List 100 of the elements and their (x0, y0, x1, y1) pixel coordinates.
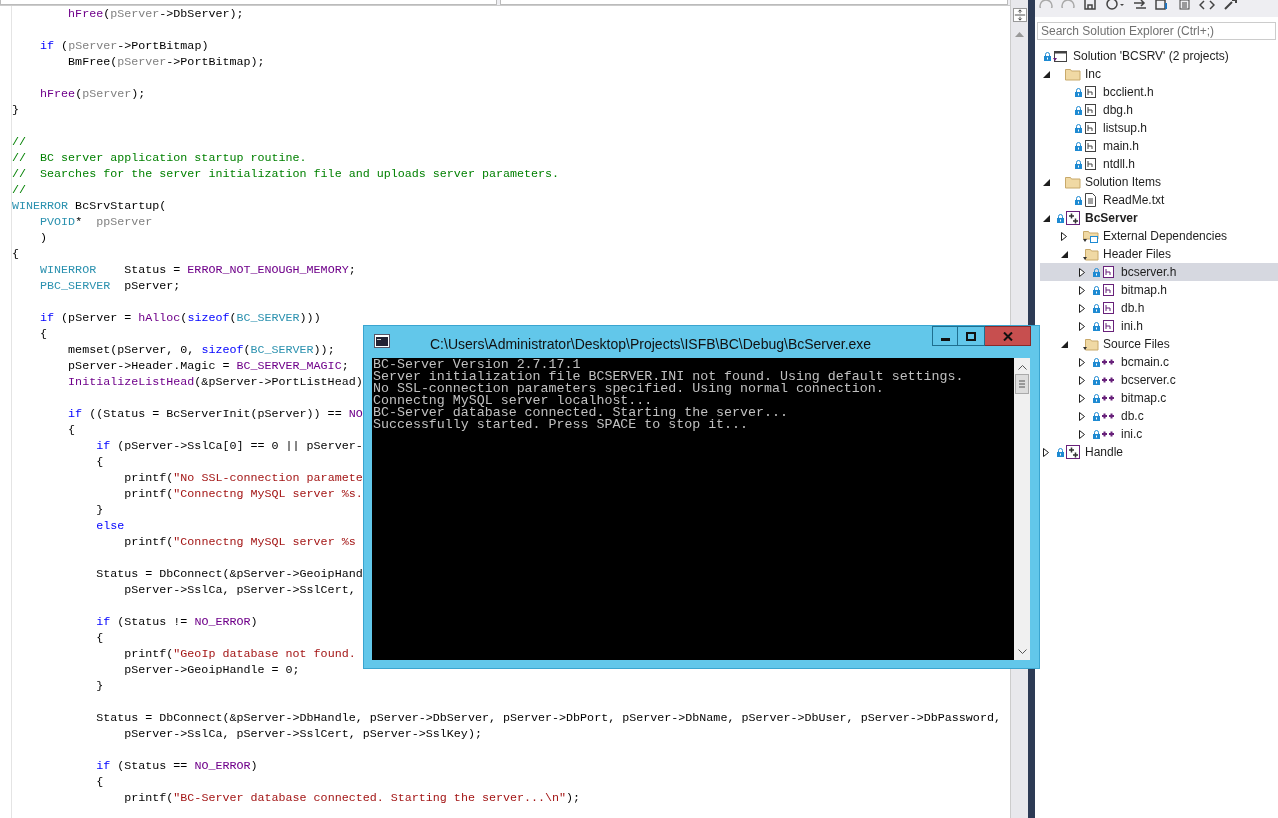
tree-item[interactable]: Solution Items (1040, 173, 1278, 191)
code-line: hFree(pServer); (39, 86, 146, 102)
code-line: } (95, 678, 104, 694)
tree-item[interactable]: Source Files (1040, 335, 1278, 353)
scroll-down-icon[interactable] (1017, 649, 1027, 655)
console-line: No SSL-connection parameters specified. Using normal connection. (373, 383, 884, 395)
files-icon[interactable] (1155, 0, 1169, 10)
collapsed-arrow-icon[interactable] (1079, 393, 1085, 403)
tree-item[interactable]: db.c (1040, 407, 1278, 425)
code-line: if (pServer = hAlloc(sizeof(BC_SERVER))) (39, 310, 321, 326)
code-line: Status = DbConnect(&pServer->GeoipHand (95, 566, 363, 582)
tree-item[interactable]: bcmain.c (1040, 353, 1278, 371)
header-file-icon (1083, 156, 1099, 172)
tree-item[interactable]: dbg.h (1040, 101, 1278, 119)
code-line: if (Status == NO_ERROR) (95, 758, 258, 774)
console-line: BC-Server Version 2.7.17.1 (373, 359, 581, 371)
console-line: Server initialization file BCSERVER.INI not found. Using default settings. (373, 371, 964, 383)
header-file-icon (1101, 318, 1117, 334)
tree-item[interactable]: ini.c (1040, 425, 1278, 443)
collapsed-arrow-icon[interactable] (1079, 411, 1085, 421)
console-scrollbar[interactable] (1014, 358, 1030, 660)
expanded-arrow-icon[interactable] (1061, 340, 1068, 348)
code-line: { (39, 326, 48, 342)
console-line: Connectng MySQL server localhost... (373, 395, 653, 407)
folder-icon (1083, 336, 1099, 352)
header-file-icon (1083, 84, 1099, 100)
tree-item[interactable]: bcclient.h (1040, 83, 1278, 101)
code-line: printf("Connectng MySQL server %s (123, 534, 356, 550)
tree-item[interactable]: ntdll.h (1040, 155, 1278, 173)
expanded-arrow-icon[interactable] (1043, 214, 1050, 222)
split-icon[interactable] (1012, 8, 1027, 22)
code-line: } (95, 502, 104, 518)
expanded-arrow-icon[interactable] (1061, 250, 1068, 258)
tree-item[interactable]: ini.h (1040, 317, 1278, 335)
collapsed-arrow-icon[interactable] (1061, 231, 1067, 241)
code-line: PBC_SERVER pServer; (39, 278, 181, 294)
code-line: Status = DbConnect(&pServer->DbHandle, pServer->DbServer, pServer->DbPort, pServer->DbName, pServer->DbUser, pServer->DbPassword, (95, 710, 1001, 726)
code-line: pServer->SslCa, pServer->SslCert, pServer->SslKey); (123, 726, 482, 742)
collapsed-arrow-icon[interactable] (1043, 447, 1049, 457)
search-field[interactable]: Search Solution Explorer (Ctrl+;) (1037, 22, 1276, 40)
project-icon (1065, 444, 1081, 460)
code-line: { (95, 630, 104, 646)
sync-icon[interactable] (1133, 0, 1147, 10)
code-icon[interactable] (1199, 0, 1215, 10)
collapsed-arrow-icon[interactable] (1079, 321, 1085, 331)
minimize-icon (940, 337, 950, 341)
scroll-up-icon[interactable] (1017, 364, 1027, 370)
tree-item[interactable]: db.h (1040, 299, 1278, 317)
tree-item[interactable]: Header Files (1040, 245, 1278, 263)
header-file-icon (1083, 102, 1099, 118)
tree-item[interactable]: ReadMe.txt (1040, 191, 1278, 209)
close-button[interactable] (985, 326, 1031, 346)
folder-icon (1083, 228, 1099, 244)
solution-item[interactable]: Solution 'BCSRV' (2 projects) (1040, 47, 1278, 65)
code-line: else (95, 518, 125, 534)
tree-item[interactable]: Inc (1040, 65, 1278, 83)
header-file-icon (1083, 138, 1099, 154)
collapsed-arrow-icon[interactable] (1079, 303, 1085, 313)
collapsed-arrow-icon[interactable] (1079, 285, 1085, 295)
tree-item[interactable]: BcServer (1040, 209, 1278, 227)
minimize-button[interactable] (932, 326, 958, 346)
solution-icon (1052, 48, 1068, 64)
collapsed-arrow-icon[interactable] (1079, 375, 1085, 385)
maximize-icon (966, 331, 976, 341)
code-line: } (12, 102, 19, 118)
code-line: pServer->GeoipHandle = 0; (123, 662, 300, 678)
code-line: // BC server application startup routine. (12, 150, 307, 166)
properties-icon[interactable] (1177, 0, 1191, 10)
tree-item[interactable]: listsup.h (1040, 119, 1278, 137)
scroll-thumb-icon[interactable] (1015, 374, 1029, 394)
code-line: // Searches for the server initialization file and uploads server parameters. (12, 166, 560, 182)
header-file-icon (1101, 264, 1117, 280)
collapsed-arrow-icon[interactable] (1079, 429, 1085, 439)
code-line: printf("GeoIp database not found. (123, 646, 356, 662)
tree-item[interactable]: bcserver.c (1040, 371, 1278, 389)
collapsed-arrow-icon[interactable] (1079, 267, 1085, 277)
header-file-icon (1101, 300, 1117, 316)
tree-item[interactable]: bitmap.h (1040, 281, 1278, 299)
tree-item[interactable]: bcserver.h (1040, 263, 1278, 281)
collapsed-arrow-icon[interactable] (1079, 357, 1085, 367)
code-line: if (pServer->PortBitmap) (39, 38, 209, 54)
code-line: ) (39, 230, 48, 246)
code-line: memset(pServer, 0, sizeof(BC_SERVER)); (67, 342, 335, 358)
expanded-arrow-icon[interactable] (1043, 70, 1050, 78)
code-line: WINERROR Status = ERROR_NOT_ENOUGH_MEMORY; (39, 262, 356, 278)
code-line: { (95, 454, 104, 470)
code-line: WINERROR BcSrvStartup( (12, 198, 167, 214)
folder-icon (1065, 66, 1081, 82)
tree-item[interactable]: main.h (1040, 137, 1278, 155)
console-title: C:\Users\Administrator\Desktop\Projects\ISFB\BC\Debug\BcServer.exe (430, 335, 872, 354)
code-line: if ((Status = BcServerInit(pServer)) == NO (67, 406, 363, 422)
code-line: pServer->Header.Magic = BC_SERVER_MAGIC; (67, 358, 349, 374)
tree-item[interactable]: Handle (1040, 443, 1278, 461)
code-line: printf("BC-Server database connected. Starting the server...\n"); (123, 790, 581, 806)
code-line: pServer->SslCa, pServer->SslCert, (123, 582, 356, 598)
tree-item[interactable]: External Dependencies (1040, 227, 1278, 245)
expanded-arrow-icon[interactable] (1043, 178, 1050, 186)
code-line: // (12, 134, 27, 150)
project-icon (1065, 210, 1081, 226)
tree-item[interactable]: bitmap.c (1040, 389, 1278, 407)
